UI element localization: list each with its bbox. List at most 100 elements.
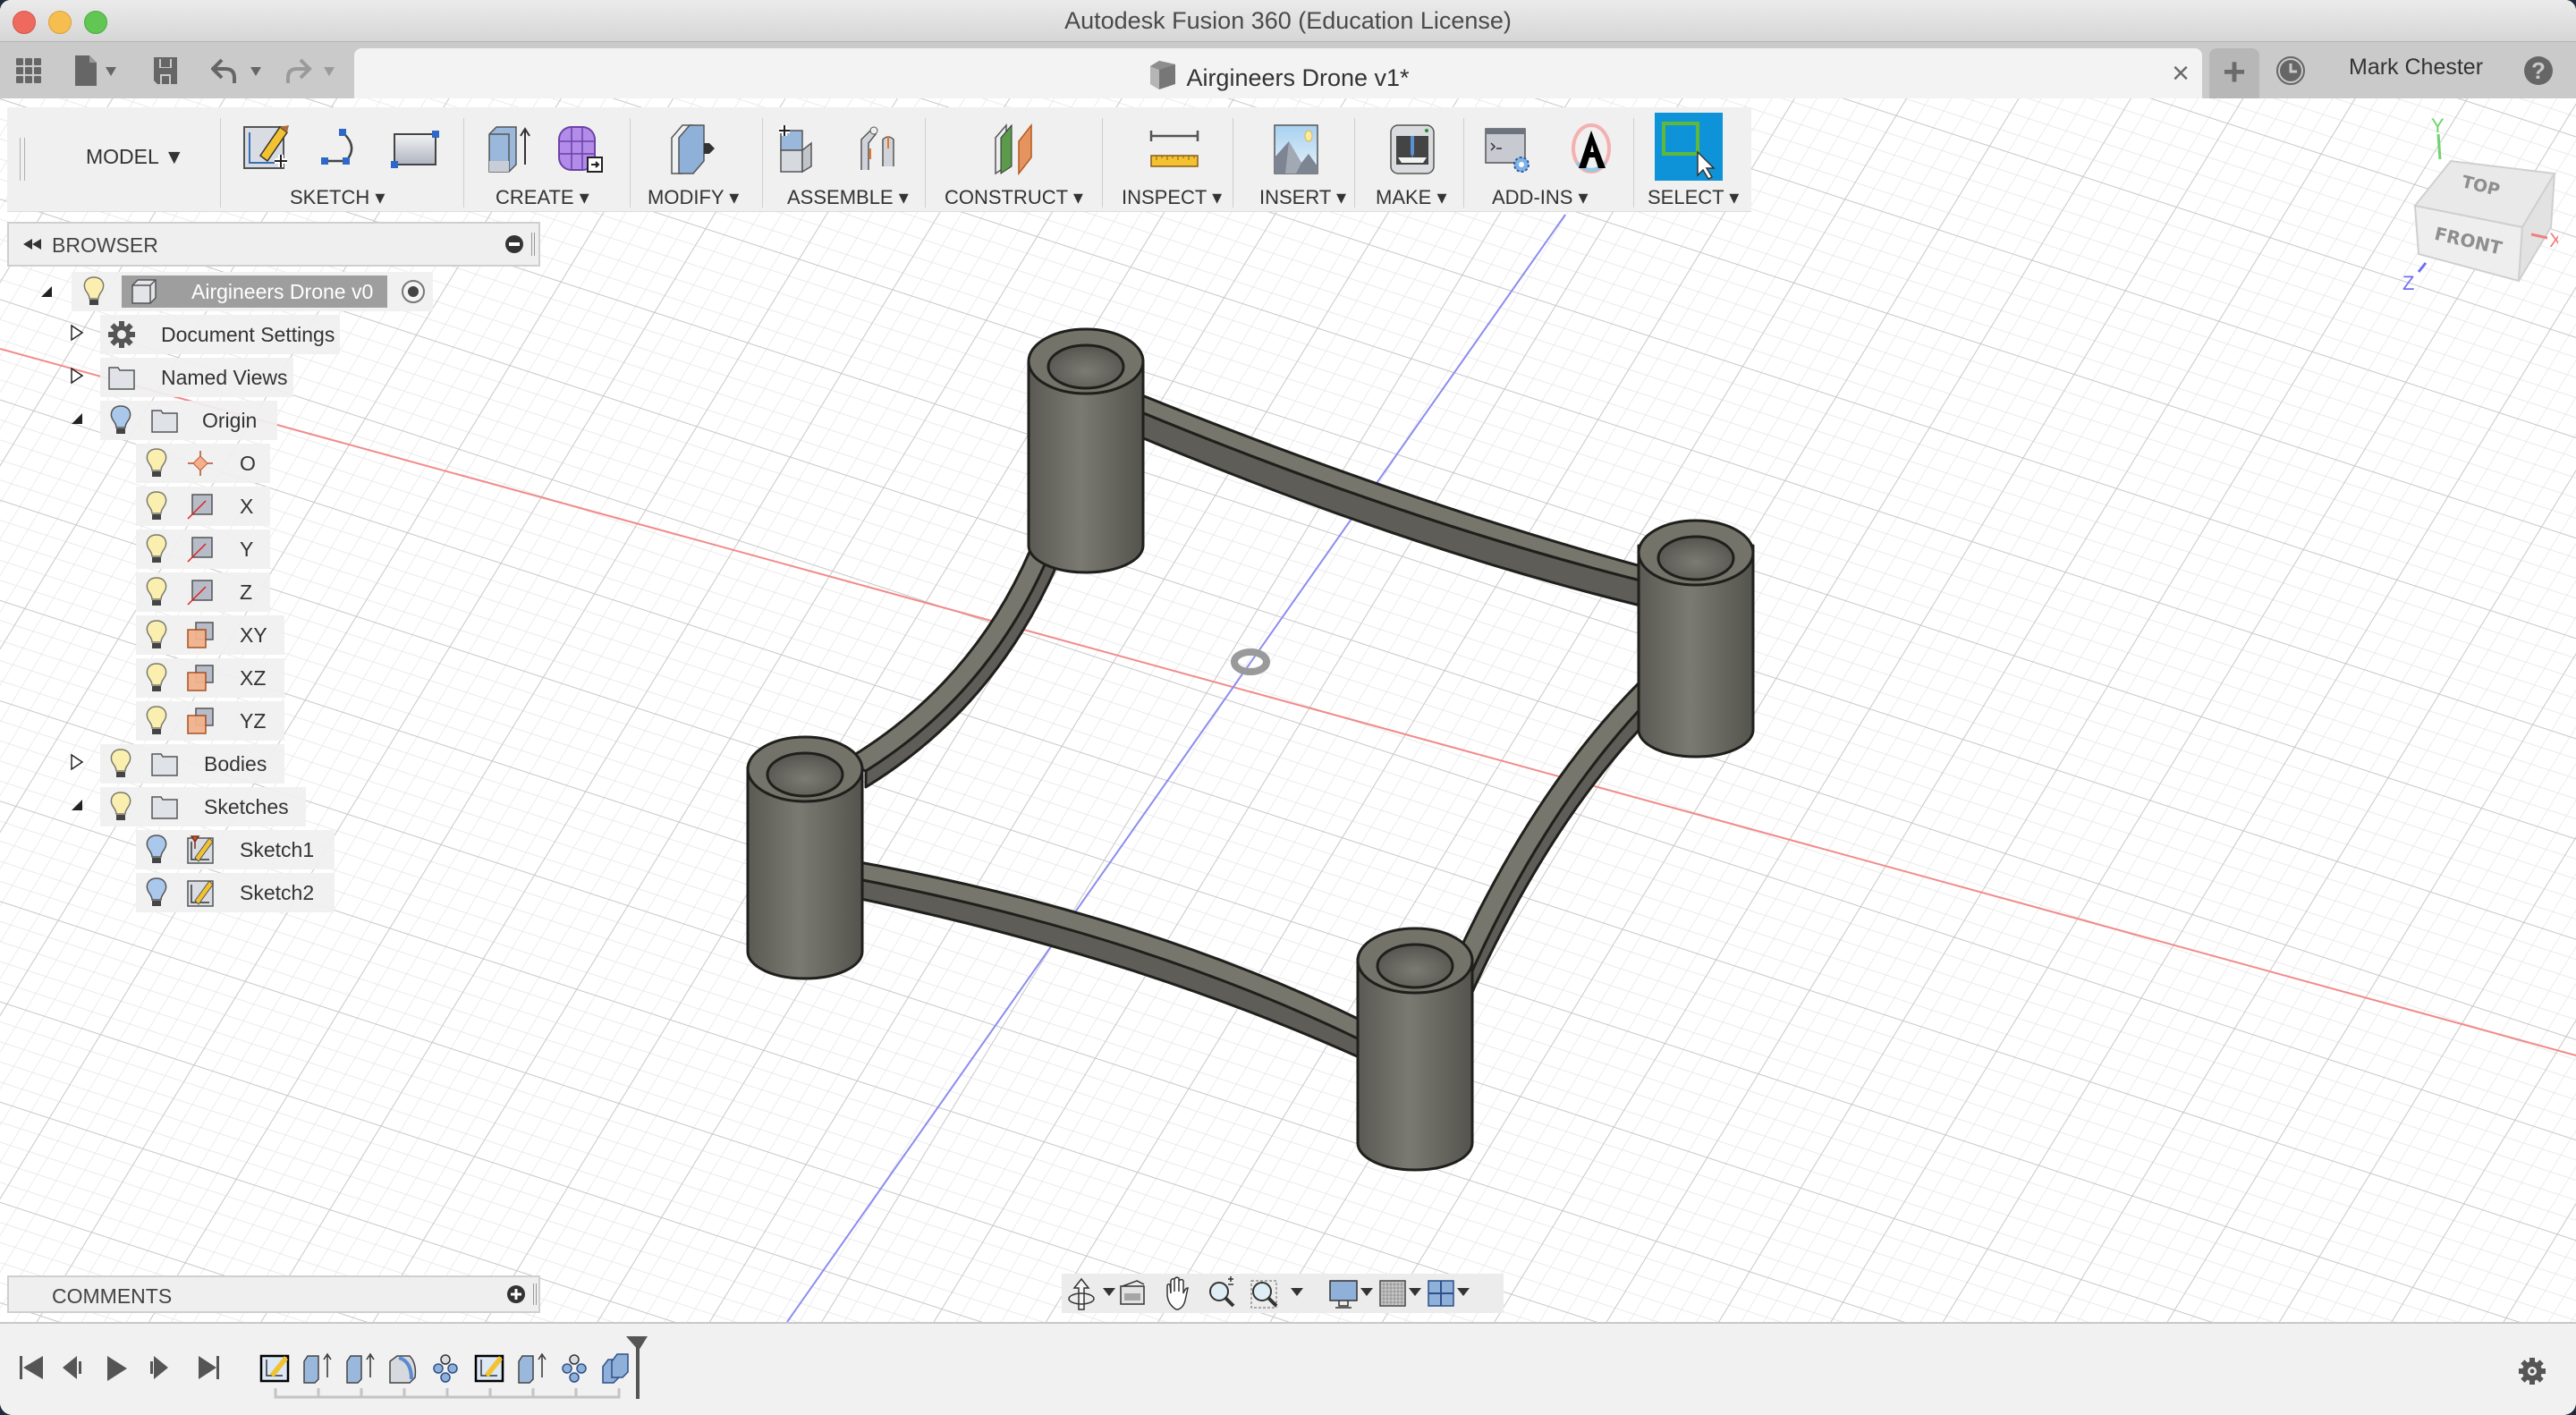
lightbulb-on-icon[interactable]	[143, 662, 170, 694]
browser-item-x-axis[interactable]: X	[136, 487, 270, 526]
browser-item-sketch1[interactable]: Sketch1	[136, 830, 335, 869]
browser-item-xy-plane[interactable]: XY	[136, 615, 284, 655]
browser-item-sketches[interactable]: Sketches	[100, 787, 306, 826]
timeline-feature-extrude[interactable]	[346, 1352, 375, 1384]
add-ins-menu[interactable]: ADD-INS ▾	[1492, 186, 1589, 209]
construct-menu[interactable]: CONSTRUCT ▾	[945, 186, 1083, 209]
select-button[interactable]	[1655, 113, 1723, 181]
new-component-button[interactable]	[775, 120, 830, 177]
activate-radio-icon[interactable]	[400, 278, 427, 305]
panel-resize-grip[interactable]	[533, 1284, 537, 1305]
timeline-feature-extrude[interactable]	[303, 1352, 332, 1384]
collapsed-arrow-icon[interactable]	[68, 324, 86, 342]
minimize-panel-icon[interactable]	[504, 234, 524, 254]
lightbulb-on-icon[interactable]	[143, 447, 170, 479]
arc-button[interactable]	[315, 120, 370, 177]
create-form-button[interactable]	[551, 120, 606, 177]
expanded-arrow-icon[interactable]	[68, 796, 86, 814]
look-at-button[interactable]	[1120, 1280, 1145, 1305]
assemble-menu[interactable]: ASSEMBLE ▾	[787, 186, 909, 209]
measure-button[interactable]	[1147, 120, 1202, 177]
close-tab-button[interactable]: ×	[2172, 55, 2190, 91]
lightbulb-on-icon[interactable]	[143, 533, 170, 565]
comments-panel-header[interactable]: COMMENTS	[7, 1275, 540, 1313]
collapsed-arrow-icon[interactable]	[68, 753, 86, 771]
browser-item-origin[interactable]: Origin	[100, 401, 277, 440]
redo-button[interactable]	[284, 53, 345, 89]
3d-print-button[interactable]	[1385, 120, 1440, 177]
joint-button[interactable]	[852, 120, 907, 177]
expanded-arrow-icon[interactable]	[38, 283, 55, 301]
browser-root-item[interactable]: Airgineers Drone v0	[72, 272, 433, 311]
lightbulb-off-icon[interactable]	[107, 404, 134, 436]
undo-button[interactable]	[211, 53, 272, 89]
user-account-menu[interactable]: Mark Chester	[2349, 55, 2483, 80]
browser-item-bodies[interactable]: Bodies	[100, 744, 284, 784]
help-button[interactable]: ?	[2522, 53, 2555, 89]
toolbar-grip[interactable]	[20, 138, 25, 181]
app-grid-icon[interactable]	[13, 53, 45, 89]
lightbulb-on-icon[interactable]	[80, 275, 107, 308]
timeline-feature-combine[interactable]	[602, 1353, 629, 1384]
lightbulb-off-icon[interactable]	[143, 834, 170, 866]
sketch-menu[interactable]: SKETCH ▾	[290, 186, 385, 209]
browser-item-named-views[interactable]: Named Views	[100, 358, 293, 397]
save-button[interactable]	[150, 53, 181, 89]
document-tab[interactable]: Airgineers Drone v1* ×	[354, 48, 2202, 98]
grid-snaps-button[interactable]	[1379, 1280, 1421, 1307]
zoom-button[interactable]	[1209, 1276, 1235, 1308]
create-menu[interactable]: CREATE ▾	[496, 186, 589, 209]
lightbulb-on-icon[interactable]	[143, 576, 170, 608]
extrude-button[interactable]	[481, 120, 537, 177]
insert-image-button[interactable]	[1268, 120, 1324, 177]
viewports-button[interactable]	[1428, 1280, 1470, 1307]
lightbulb-on-icon[interactable]	[143, 705, 170, 737]
step-forward-button[interactable]	[150, 1356, 168, 1379]
play-button[interactable]	[107, 1356, 127, 1381]
collapse-panel-icon[interactable]	[21, 237, 43, 251]
viewcube[interactable]: TOP FRONT Y X Z	[2379, 107, 2563, 304]
lightbulb-on-icon[interactable]	[107, 791, 134, 823]
pan-button[interactable]	[1166, 1276, 1189, 1310]
lightbulb-on-icon[interactable]	[143, 490, 170, 522]
make-menu[interactable]: MAKE ▾	[1376, 186, 1447, 209]
lightbulb-on-icon[interactable]	[107, 748, 134, 780]
timeline-feature-fillet[interactable]	[389, 1355, 417, 1384]
job-status-button[interactable]	[2275, 53, 2306, 89]
lightbulb-on-icon[interactable]	[143, 619, 170, 651]
create-sketch-button[interactable]	[240, 120, 295, 177]
timeline-feature-sketch[interactable]	[259, 1354, 290, 1383]
browser-item-sketch2[interactable]: Sketch2	[136, 873, 335, 912]
timeline-feature-pattern[interactable]	[433, 1354, 458, 1383]
display-settings-button[interactable]	[1329, 1280, 1373, 1309]
inspect-menu[interactable]: INSPECT ▾	[1122, 186, 1222, 209]
workspace-switcher[interactable]: MODEL ▼	[86, 145, 184, 169]
select-menu[interactable]: SELECT ▾	[1648, 186, 1739, 209]
new-tab-button[interactable]: +	[2209, 48, 2259, 98]
autodesk-app-store-button[interactable]	[1563, 120, 1619, 177]
timeline-feature-extrude[interactable]	[518, 1352, 547, 1384]
timeline-feature-sketch[interactable]	[474, 1354, 504, 1383]
go-to-start-button[interactable]	[20, 1356, 43, 1379]
press-pull-button[interactable]	[664, 120, 719, 177]
file-menu-button[interactable]	[73, 53, 127, 89]
browser-item-z-axis[interactable]: Z	[136, 572, 270, 612]
browser-item-origin-point[interactable]: O	[136, 444, 270, 483]
add-comment-icon[interactable]	[506, 1284, 526, 1304]
browser-item-yz-plane[interactable]: YZ	[136, 701, 284, 741]
offset-plane-button[interactable]	[989, 120, 1045, 177]
go-to-end-button[interactable]	[199, 1356, 219, 1379]
panel-resize-grip[interactable]	[531, 233, 535, 256]
browser-item-xz-plane[interactable]: XZ	[136, 658, 284, 698]
fit-button[interactable]	[1250, 1280, 1303, 1309]
insert-menu[interactable]: INSERT ▾	[1259, 186, 1346, 209]
timeline-settings-icon[interactable]	[2517, 1356, 2547, 1386]
collapsed-arrow-icon[interactable]	[68, 367, 86, 385]
expanded-arrow-icon[interactable]	[68, 410, 86, 428]
browser-item-y-axis[interactable]: Y	[136, 530, 270, 569]
timeline-marker[interactable]	[626, 1336, 648, 1399]
modify-menu[interactable]: MODIFY ▾	[648, 186, 739, 209]
step-back-button[interactable]	[63, 1356, 81, 1379]
rectangle-button[interactable]	[386, 120, 442, 177]
orbit-button[interactable]	[1068, 1277, 1115, 1310]
